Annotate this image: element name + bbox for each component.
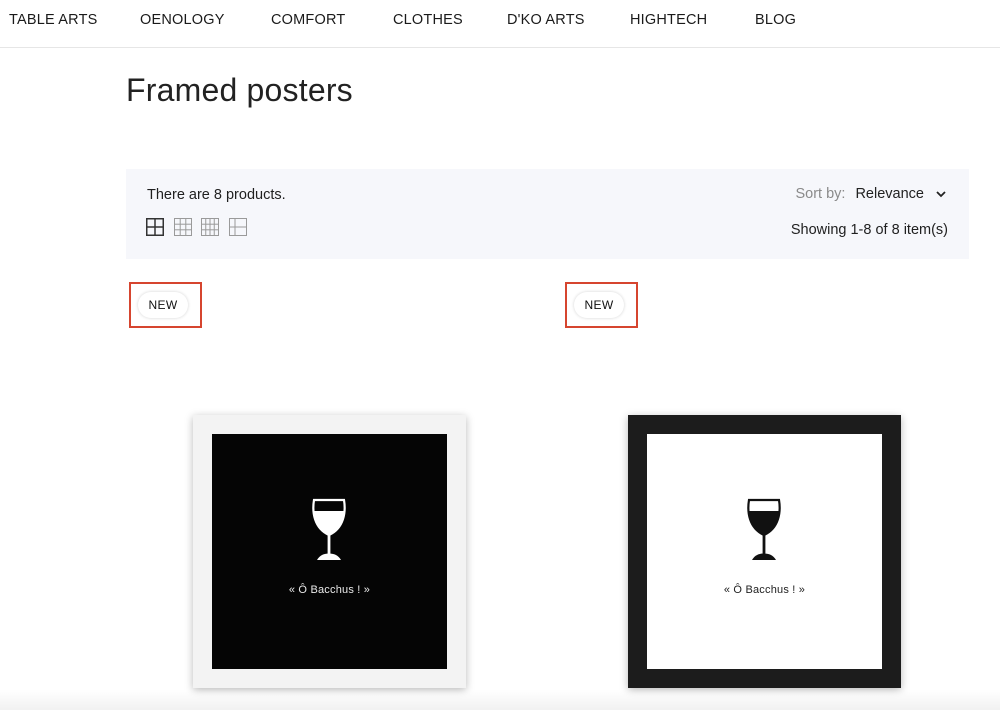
nav-item-blog[interactable]: BLOG — [755, 12, 796, 28]
nav-item-oenology[interactable]: OENOLOGY — [140, 12, 225, 28]
page-title: Framed posters — [126, 72, 353, 108]
product-count: There are 8 products. — [147, 187, 286, 203]
grid-3-icon[interactable] — [174, 218, 192, 236]
nav-item-clothes[interactable]: CLOTHES — [393, 12, 463, 28]
sort-label: Sort by: — [795, 186, 846, 202]
nav-item-hightech[interactable]: HIGHTECH — [630, 12, 707, 28]
poster-art: « Ô Bacchus ! » — [647, 434, 882, 669]
nav-item-table-arts[interactable]: TABLE ARTS — [9, 12, 98, 28]
showing-count: Showing 1-8 of 8 item(s) — [790, 222, 948, 238]
new-badge: NEW — [138, 292, 188, 318]
product-card[interactable]: NEW « Ô Bacchus ! » — [126, 275, 536, 710]
top-navigation: TABLE ARTS OENOLOGY COMFORT CLOTHES D'KO… — [0, 0, 1000, 48]
new-badge: NEW — [574, 292, 624, 318]
framed-poster: « Ô Bacchus ! » — [193, 415, 466, 688]
nav-item-dko-arts[interactable]: D'KO ARTS — [507, 12, 585, 28]
wine-glass-icon — [747, 498, 781, 560]
wine-glass-icon — [312, 498, 346, 560]
grid-4-icon[interactable] — [201, 218, 219, 236]
poster-caption: « Ô Bacchus ! » — [288, 584, 371, 596]
bottom-fade — [0, 690, 1000, 710]
sort-dropdown[interactable]: Sort by: Relevance — [795, 186, 948, 202]
framed-poster: « Ô Bacchus ! » — [628, 415, 901, 688]
list-icon[interactable] — [229, 218, 247, 236]
listing-toolbar: There are 8 products. Sort by: Relevance… — [126, 169, 969, 259]
poster-art: « Ô Bacchus ! » — [212, 434, 447, 669]
sort-value: Relevance — [855, 186, 924, 202]
nav-item-comfort[interactable]: COMFORT — [271, 12, 345, 28]
product-card[interactable]: NEW « Ô Bacchus ! » — [562, 275, 972, 710]
chevron-down-icon — [936, 191, 946, 198]
poster-caption: « Ô Bacchus ! » — [723, 584, 806, 596]
grid-2-icon[interactable] — [146, 218, 164, 236]
